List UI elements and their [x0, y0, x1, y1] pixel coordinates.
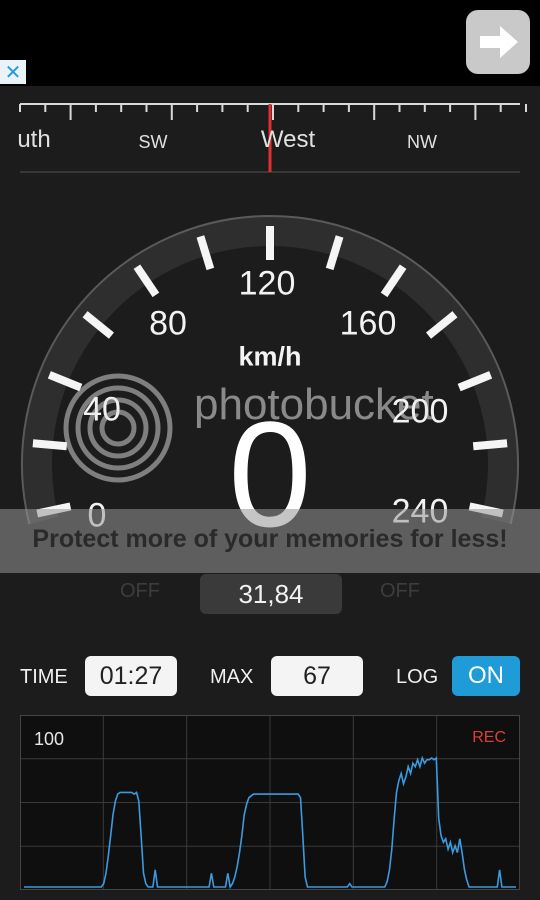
- compass-label-nw: NW: [407, 132, 437, 152]
- off-label-right: OFF: [380, 580, 420, 602]
- speed-graph-plot: [20, 715, 520, 890]
- rec-indicator: REC: [472, 729, 506, 746]
- compass-label-west: West: [260, 126, 316, 153]
- max-value: 67: [271, 656, 363, 696]
- ad-banner[interactable]: ✕: [0, 0, 540, 86]
- graph-max-label: 100: [34, 729, 65, 749]
- arrow-right-icon: [480, 26, 518, 58]
- gauge-label-160: 160: [339, 304, 397, 343]
- watermark-tagline: Protect more of your memories for less!: [32, 525, 508, 553]
- controls-row: TIME 01:27 MAX 67 LOG ON: [0, 654, 540, 700]
- gauge-label-80: 80: [149, 304, 187, 343]
- time-value: 01:27: [85, 656, 177, 696]
- compass-label-sw: SW: [138, 132, 168, 152]
- ad-next-button[interactable]: [466, 10, 530, 74]
- compass-strip: uth SW West NW: [0, 86, 540, 174]
- log-toggle-button[interactable]: ON: [452, 656, 520, 696]
- speed-graph: 100 REC: [20, 715, 520, 890]
- time-label: TIME: [20, 666, 68, 688]
- off-label-left: OFF: [120, 580, 160, 602]
- photobucket-wordmark: photobucket: [194, 380, 434, 429]
- max-label: MAX: [210, 666, 254, 688]
- log-label: LOG: [396, 666, 439, 688]
- photobucket-logo: photobucket: [62, 370, 482, 490]
- speed-unit: km/h: [238, 341, 302, 372]
- gauge-label-120: 120: [238, 264, 296, 303]
- distance-display: 31,84: [200, 574, 342, 614]
- watermark-banner: Protect more of your memories for less!: [0, 509, 540, 573]
- ad-close-icon[interactable]: ✕: [0, 60, 26, 84]
- compass-label-south: uth: [17, 126, 51, 153]
